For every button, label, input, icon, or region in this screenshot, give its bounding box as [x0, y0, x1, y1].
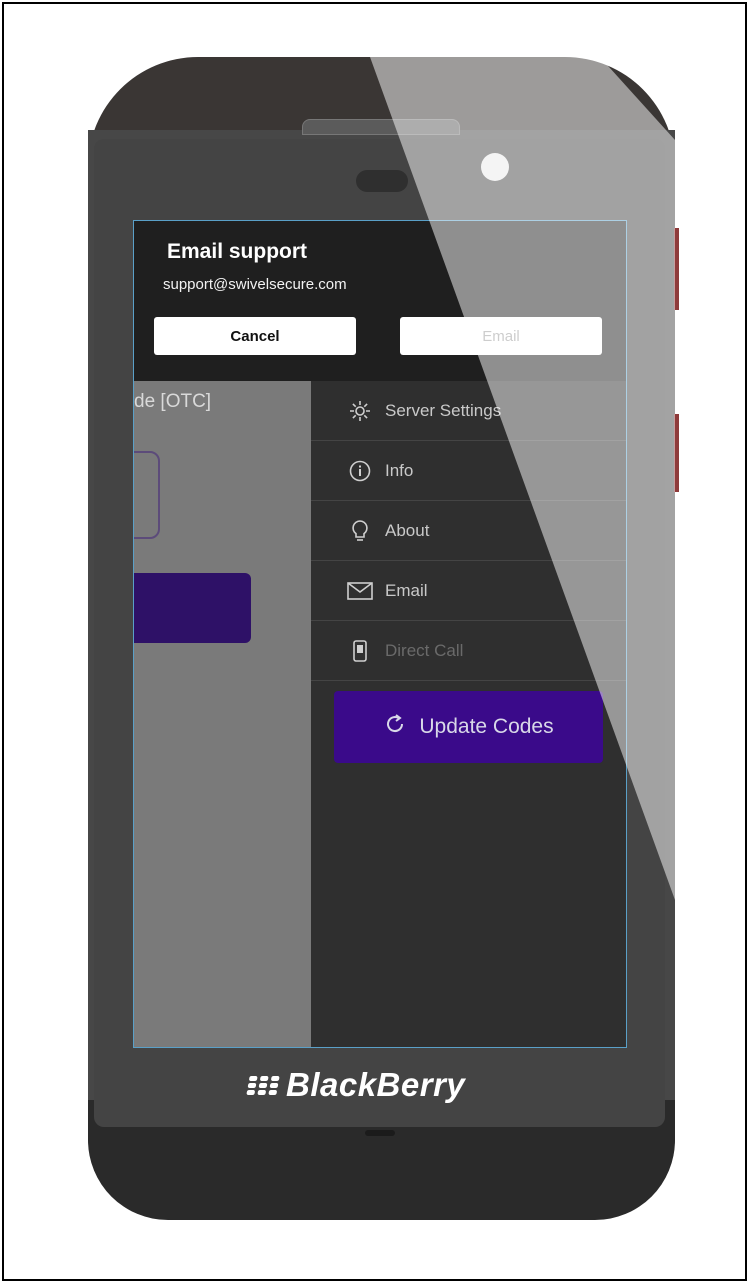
brand-name: BlackBerry: [286, 1066, 466, 1103]
menu-item-label: Info: [385, 460, 414, 480]
menu-item-about[interactable]: About: [311, 501, 626, 561]
earpiece: [302, 119, 460, 135]
info-icon: [345, 459, 375, 483]
refresh-icon: [383, 712, 407, 742]
front-camera: [481, 153, 509, 181]
otc-input-box: [134, 451, 160, 539]
phone-icon: [345, 639, 375, 663]
envelope-icon: [345, 579, 375, 603]
gear-icon: [345, 399, 375, 423]
dialog-title: Email support: [167, 240, 308, 263]
otc-action-button: [134, 573, 251, 643]
device-screen: de [OTC] Server Settings Info About Emai…: [133, 220, 627, 1048]
home-indicator: [365, 1130, 395, 1136]
email-button[interactable]: Email: [400, 317, 602, 355]
brand-logo: BlackBerry: [246, 1060, 508, 1110]
lightbulb-icon: [345, 519, 375, 543]
cancel-button[interactable]: Cancel: [154, 317, 356, 355]
speaker-grille: [356, 170, 408, 192]
update-codes-button[interactable]: Update Codes: [334, 691, 603, 763]
volume-down-key: [674, 414, 679, 492]
menu-item-label: Server Settings: [385, 400, 502, 420]
side-menu: Server Settings Info About Email Direct …: [311, 381, 626, 681]
menu-item-label: Email: [385, 580, 428, 600]
update-codes-label: Update Codes: [419, 715, 554, 738]
dialog-subtitle: support@swivelsecure.com: [163, 276, 347, 293]
email-support-dialog: Email support support@swivelsecure.com C…: [134, 221, 626, 381]
menu-item-label: Direct Call: [385, 640, 464, 660]
menu-item-direct-call[interactable]: Direct Call: [311, 621, 626, 681]
volume-up-key: [674, 228, 679, 310]
menu-item-server-settings[interactable]: Server Settings: [311, 381, 626, 441]
menu-item-label: About: [385, 520, 430, 540]
blackberry-logo-icon: [246, 1075, 280, 1095]
otc-label: de [OTC]: [134, 391, 212, 412]
menu-item-info[interactable]: Info: [311, 441, 626, 501]
menu-item-email[interactable]: Email: [311, 561, 626, 621]
